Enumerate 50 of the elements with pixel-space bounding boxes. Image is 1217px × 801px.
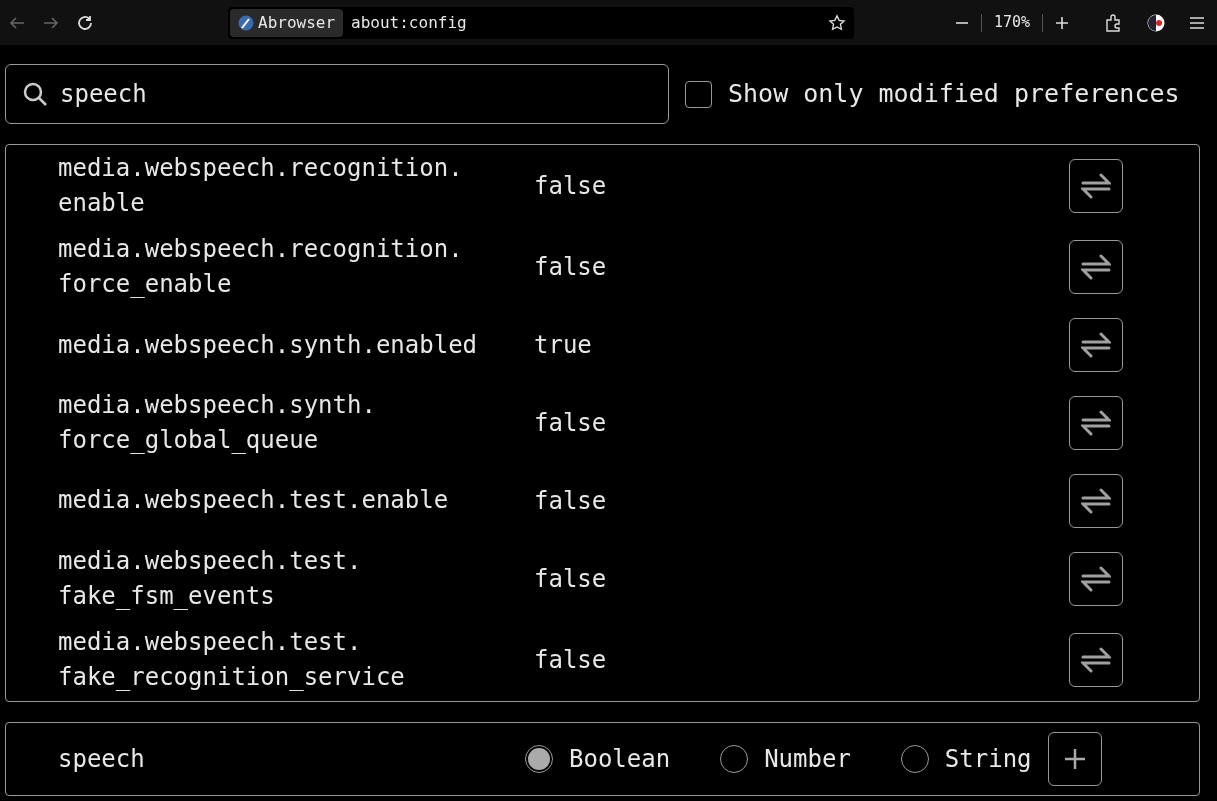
type-label[interactable]: Boolean (569, 741, 671, 777)
modified-checkbox[interactable] (685, 80, 712, 108)
preference-value: false (534, 485, 608, 517)
checkbox-label[interactable]: Show only modified preferences (728, 75, 1180, 113)
preference-name: media.webspeech.test.fake_recognition_service (58, 627, 406, 694)
toggle-button[interactable] (1069, 551, 1123, 606)
preference-name: media.webspeech.test.fake_fsm_events (58, 545, 363, 612)
zoom-level[interactable]: 170% (993, 11, 1030, 34)
toggle-button[interactable] (1069, 473, 1123, 528)
url-text: about:config (351, 11, 468, 34)
plus-icon (1062, 747, 1087, 771)
extension-badge-icon[interactable] (1147, 13, 1165, 32)
preference-value: false (534, 170, 608, 202)
search-value: speech (60, 79, 147, 110)
toggle-icon (1081, 332, 1111, 359)
toggle-icon (1081, 410, 1111, 436)
toggle-button[interactable] (1069, 318, 1123, 373)
zoom-in-icon[interactable] (1055, 15, 1069, 30)
preference-name: media.webspeech.test.enable (58, 485, 450, 517)
toggle-button[interactable] (1069, 633, 1123, 688)
preference-value: false (534, 645, 608, 677)
preference-value: false (534, 408, 608, 439)
star-icon[interactable] (828, 13, 846, 32)
search-field[interactable]: speech (5, 64, 669, 124)
preference-name: media.webspeech.recognition.force_enable (58, 234, 464, 301)
reload-icon[interactable] (76, 13, 94, 32)
type-label[interactable]: String (944, 741, 1032, 777)
menu-icon[interactable] (1189, 15, 1205, 30)
toggle-icon (1081, 172, 1111, 199)
toggle-icon (1081, 487, 1111, 514)
toggle-icon (1081, 647, 1111, 674)
preference-name: media.webspeech.synth.force_global_queue (58, 390, 377, 456)
toggle-icon (1081, 254, 1111, 281)
address-bar[interactable]: Abrowser about:config (228, 6, 854, 39)
preference-name: media.webspeech.synth.enabled (58, 329, 479, 361)
new-preference-name: speech (58, 744, 146, 775)
preference-value: false (534, 563, 608, 595)
search-icon (22, 81, 48, 107)
site-identity-button[interactable]: Abrowser (230, 8, 344, 37)
toggle-button[interactable] (1069, 240, 1123, 295)
globe-logo-icon (238, 14, 254, 31)
toggle-button[interactable] (1069, 158, 1123, 213)
preference-value: false (534, 252, 608, 284)
add-button[interactable] (1047, 732, 1102, 786)
preference-name: media.webspeech.recognition.enable (58, 152, 464, 219)
toggle-icon (1081, 565, 1111, 592)
puzzle-icon[interactable] (1105, 13, 1123, 32)
preference-value: true (534, 330, 593, 362)
type-label[interactable]: Number (764, 741, 851, 777)
toggle-button[interactable] (1069, 396, 1123, 450)
